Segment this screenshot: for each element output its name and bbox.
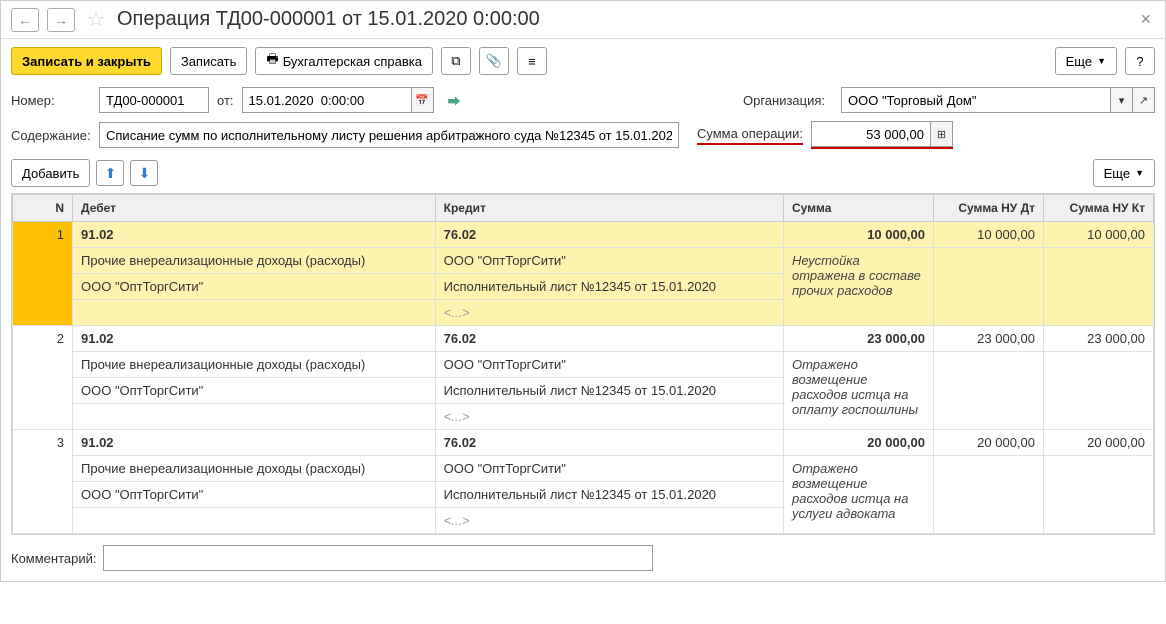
credit-account[interactable]: 76.02 <box>435 430 783 456</box>
calendar-icon[interactable]: 📅 <box>412 87 434 113</box>
credit-sub1[interactable]: ООО "ОптТоргСити" <box>435 352 783 378</box>
row-number[interactable]: 3 <box>13 430 73 534</box>
credit-sub1[interactable]: ООО "ОптТоргСити" <box>435 456 783 482</box>
debit-sub2[interactable]: ООО "ОптТоргСити" <box>73 378 436 404</box>
row-description[interactable]: Отражено возмещение расходов истца на оп… <box>784 352 934 430</box>
help-button[interactable]: ? <box>1125 47 1155 75</box>
row-amount[interactable]: 10 000,00 <box>784 222 934 248</box>
debit-sub1[interactable]: Прочие внереализационные доходы (расходы… <box>73 352 436 378</box>
attach-button[interactable]: 📎 <box>479 47 509 75</box>
close-icon[interactable]: × <box>1136 9 1155 30</box>
credit-account[interactable]: 76.02 <box>435 326 783 352</box>
save-button[interactable]: Записать <box>170 47 248 75</box>
save-and-close-button[interactable]: Записать и закрыть <box>11 47 162 75</box>
more-button[interactable]: Еще▼ <box>1055 47 1117 75</box>
content-field[interactable] <box>99 122 679 148</box>
list-icon: ≡ <box>528 54 536 69</box>
chevron-down-icon: ▼ <box>1097 56 1106 66</box>
nav-forward-button[interactable]: → <box>47 8 75 32</box>
header-sum[interactable]: Сумма <box>784 195 934 222</box>
nav-back-button[interactable]: ← <box>11 8 39 32</box>
row-number[interactable]: 1 <box>13 222 73 326</box>
row-nu-dt[interactable]: 23 000,00 <box>934 326 1044 352</box>
open-icon[interactable]: ↗ <box>1133 87 1155 113</box>
add-row-button[interactable]: Добавить <box>11 159 90 187</box>
header-credit[interactable]: Кредит <box>435 195 783 222</box>
sum-op-field[interactable] <box>811 121 931 147</box>
credit-sub3[interactable]: <...> <box>435 508 783 534</box>
header-n[interactable]: N <box>13 195 73 222</box>
debit-account[interactable]: 91.02 <box>73 430 436 456</box>
dropdown-icon[interactable]: ▾ <box>1111 87 1133 113</box>
header-debit[interactable]: Дебет <box>73 195 436 222</box>
debit-sub1[interactable]: Прочие внереализационные доходы (расходы… <box>73 248 436 274</box>
structure-button[interactable]: ⧉ <box>441 47 471 75</box>
chevron-down-icon: ▼ <box>1135 168 1144 178</box>
org-field[interactable] <box>841 87 1111 113</box>
row-nu-kt[interactable]: 20 000,00 <box>1044 430 1154 456</box>
credit-sub2[interactable]: Исполнительный лист №12345 от 15.01.2020 <box>435 274 783 300</box>
comment-field[interactable] <box>103 545 653 571</box>
row-description[interactable]: Неустойка отражена в составе прочих расх… <box>784 248 934 326</box>
credit-sub2[interactable]: Исполнительный лист №12345 от 15.01.2020 <box>435 378 783 404</box>
favorite-star-icon[interactable]: ☆ <box>87 7 105 32</box>
header-nu-kt[interactable]: Сумма НУ Кт <box>1044 195 1154 222</box>
row-number[interactable]: 2 <box>13 326 73 430</box>
sum-op-label: Сумма операции: <box>697 126 803 145</box>
number-label: Номер: <box>11 93 91 108</box>
from-label: от: <box>217 93 234 108</box>
row-nu-dt[interactable]: 10 000,00 <box>934 222 1044 248</box>
comment-label: Комментарий: <box>11 551 97 566</box>
paperclip-icon: 📎 <box>486 53 502 69</box>
move-down-button[interactable]: ⬇ <box>130 160 158 186</box>
debit-sub2[interactable]: ООО "ОптТоргСити" <box>73 274 436 300</box>
debit-account[interactable]: 91.02 <box>73 222 436 248</box>
list-button[interactable]: ≡ <box>517 47 547 75</box>
structure-icon: ⧉ <box>451 53 460 69</box>
row-amount[interactable]: 23 000,00 <box>784 326 934 352</box>
page-title: Операция ТД00-000001 от 15.01.2020 0:00:… <box>117 8 1129 31</box>
calculator-icon[interactable]: ⊞ <box>931 121 953 147</box>
arrow-up-icon: ⬆ <box>105 165 117 182</box>
arrow-down-icon: ⬇ <box>139 165 151 182</box>
credit-sub2[interactable]: Исполнительный лист №12345 от 15.01.2020 <box>435 482 783 508</box>
header-nu-dt[interactable]: Сумма НУ Дт <box>934 195 1044 222</box>
row-nu-kt[interactable]: 23 000,00 <box>1044 326 1154 352</box>
credit-sub3[interactable]: <...> <box>435 404 783 430</box>
accounting-reference-button[interactable]: 🖶 Бухгалтерская справка <box>255 47 433 75</box>
debit-sub1[interactable]: Прочие внереализационные доходы (расходы… <box>73 456 436 482</box>
row-nu-kt[interactable]: 10 000,00 <box>1044 222 1154 248</box>
credit-sub1[interactable]: ООО "ОптТоргСити" <box>435 248 783 274</box>
credit-sub3[interactable]: <...> <box>435 300 783 326</box>
post-icon[interactable]: ⮕ <box>448 91 461 110</box>
entries-table: N Дебет Кредит Сумма Сумма НУ Дт Сумма Н… <box>12 194 1154 534</box>
row-nu-dt[interactable]: 20 000,00 <box>934 430 1044 456</box>
date-field[interactable] <box>242 87 412 113</box>
content-label: Содержание: <box>11 128 91 143</box>
org-label: Организация: <box>743 93 833 108</box>
row-amount[interactable]: 20 000,00 <box>784 430 934 456</box>
debit-sub2[interactable]: ООО "ОптТоргСити" <box>73 482 436 508</box>
move-up-button[interactable]: ⬆ <box>96 160 124 186</box>
printer-icon: 🖶 <box>266 50 278 72</box>
row-description[interactable]: Отражено возмещение расходов истца на ус… <box>784 456 934 534</box>
table-more-button[interactable]: Еще▼ <box>1093 159 1155 187</box>
number-field[interactable] <box>99 87 209 113</box>
debit-account[interactable]: 91.02 <box>73 326 436 352</box>
credit-account[interactable]: 76.02 <box>435 222 783 248</box>
